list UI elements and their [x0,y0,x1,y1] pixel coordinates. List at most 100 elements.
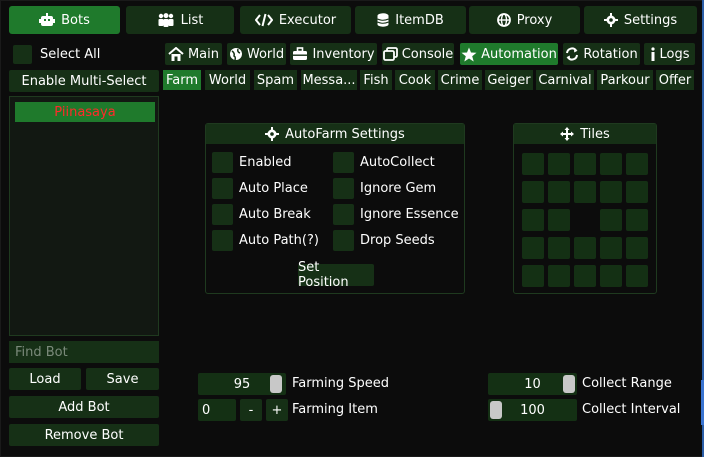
tile-cell[interactable] [626,153,648,175]
tile-cell[interactable] [574,181,596,203]
info-icon [650,47,656,61]
option-ignore-essence[interactable]: Ignore Essence [333,204,459,225]
tile-cell[interactable] [626,237,648,259]
tab-farm[interactable]: Farm [163,70,201,90]
plus-label: + [271,402,283,418]
checkbox[interactable] [212,230,233,251]
option-label: Auto Path(?) [239,233,319,248]
tiles-panel: Tiles [513,123,657,294]
checkbox[interactable] [333,178,354,199]
tab-console[interactable]: Console [382,43,454,65]
nav-label: ItemDB [395,12,444,28]
tab-automation[interactable]: Automation [460,43,558,65]
nav-list[interactable]: List [126,6,234,34]
tile-cell[interactable] [600,153,622,175]
checkbox[interactable] [333,152,354,173]
farming-speed-value: 95 [233,376,251,392]
tab-label: Spam [256,72,295,88]
automation-tabs: Farm World Spam Messa... Fish Cook Crime… [163,70,694,90]
tab-label: Carnival [538,72,592,88]
tile-cell[interactable] [548,181,570,203]
tile-cell[interactable] [548,153,570,175]
option-ignore-gem[interactable]: Ignore Gem [333,178,436,199]
farming-item-input[interactable]: 0 [198,399,236,421]
select-all-toggle[interactable]: Select All [9,43,159,65]
select-all-checkbox[interactable] [13,44,32,64]
tab-label: Cook [398,72,432,88]
farming-speed-slider[interactable]: 95 [198,373,286,395]
farming-item-decrement[interactable]: - [240,399,262,421]
checkbox[interactable] [212,204,233,225]
tile-cell[interactable] [574,265,596,287]
tile-cell[interactable] [522,181,544,203]
nav-bots[interactable]: Bots [9,6,120,34]
checkbox[interactable] [212,178,233,199]
remove-bot-button[interactable]: Remove Bot [9,424,159,446]
tiles-title: Tiles [580,126,610,142]
nav-executor[interactable]: Executor [240,6,351,34]
nav-label: Settings [623,12,678,28]
tile-cell[interactable] [600,237,622,259]
farming-item-increment[interactable]: + [266,399,288,421]
tab-world[interactable]: World [227,43,286,65]
tab-inventory[interactable]: Inventory [290,43,377,65]
tile-cell[interactable] [626,209,648,231]
slider-handle[interactable] [490,401,502,419]
load-button[interactable]: Load [9,368,81,390]
option-auto-break[interactable]: Auto Break [212,204,311,225]
tile-cell[interactable] [626,265,648,287]
tile-cell[interactable] [600,209,622,231]
tile-cell[interactable] [600,265,622,287]
tab-geiger[interactable]: Geiger [485,70,533,90]
tab-spam[interactable]: Spam [254,70,297,90]
tile-cell[interactable] [574,153,596,175]
tile-cell[interactable] [548,237,570,259]
nav-itemdb[interactable]: ItemDB [355,6,466,34]
collect-range-label: Collect Range [582,376,672,391]
move-icon [560,127,575,141]
tab-world[interactable]: World [205,70,250,90]
option-auto-place[interactable]: Auto Place [212,178,308,199]
checkbox[interactable] [333,230,354,251]
tab-offer[interactable]: Offer [656,70,694,90]
bot-list[interactable]: Piinasaya [9,96,159,336]
enable-multi-select-button[interactable]: Enable Multi-Select [9,70,159,92]
tile-cell[interactable] [522,209,544,231]
tile-cell[interactable] [548,209,570,231]
nav-proxy[interactable]: Proxy [469,6,580,34]
checkbox[interactable] [333,204,354,225]
tile-cell[interactable] [522,237,544,259]
tab-label: Inventory [312,46,375,62]
tile-cell[interactable] [574,237,596,259]
slider-handle[interactable] [270,375,282,393]
tab-fish[interactable]: Fish [360,70,392,90]
set-position-button[interactable]: Set Position [298,260,374,290]
option-drop-seeds[interactable]: Drop Seeds [333,230,435,251]
tile-cell[interactable] [522,265,544,287]
tab-cook[interactable]: Cook [395,70,435,90]
tab-logs[interactable]: Logs [644,43,695,65]
tile-cell[interactable] [600,181,622,203]
tab-parkour[interactable]: Parkour [597,70,653,90]
tab-main[interactable]: Main [165,43,222,65]
find-bot-input[interactable]: Find Bot [9,341,159,363]
collect-range-slider[interactable]: 10 [488,373,577,395]
option-autocollect[interactable]: AutoCollect [333,152,435,173]
slider-handle[interactable] [563,375,575,393]
tab-carnival[interactable]: Carnival [536,70,594,90]
tab-crime[interactable]: Crime [438,70,482,90]
tab-message[interactable]: Messa... [301,70,357,90]
option-label: Enabled [239,155,292,170]
tile-cell[interactable] [522,153,544,175]
add-bot-button[interactable]: Add Bot [9,396,159,418]
nav-settings[interactable]: Settings [584,6,697,34]
tile-cell[interactable] [626,181,648,203]
bot-list-item[interactable]: Piinasaya [15,102,155,122]
tile-cell[interactable] [548,265,570,287]
checkbox[interactable] [212,152,233,173]
save-button[interactable]: Save [86,368,159,390]
option-auto-path[interactable]: Auto Path(?) [212,230,319,251]
option-enabled[interactable]: Enabled [212,152,292,173]
collect-interval-slider[interactable]: 100 [488,399,577,421]
tab-rotation[interactable]: Rotation [563,43,640,65]
